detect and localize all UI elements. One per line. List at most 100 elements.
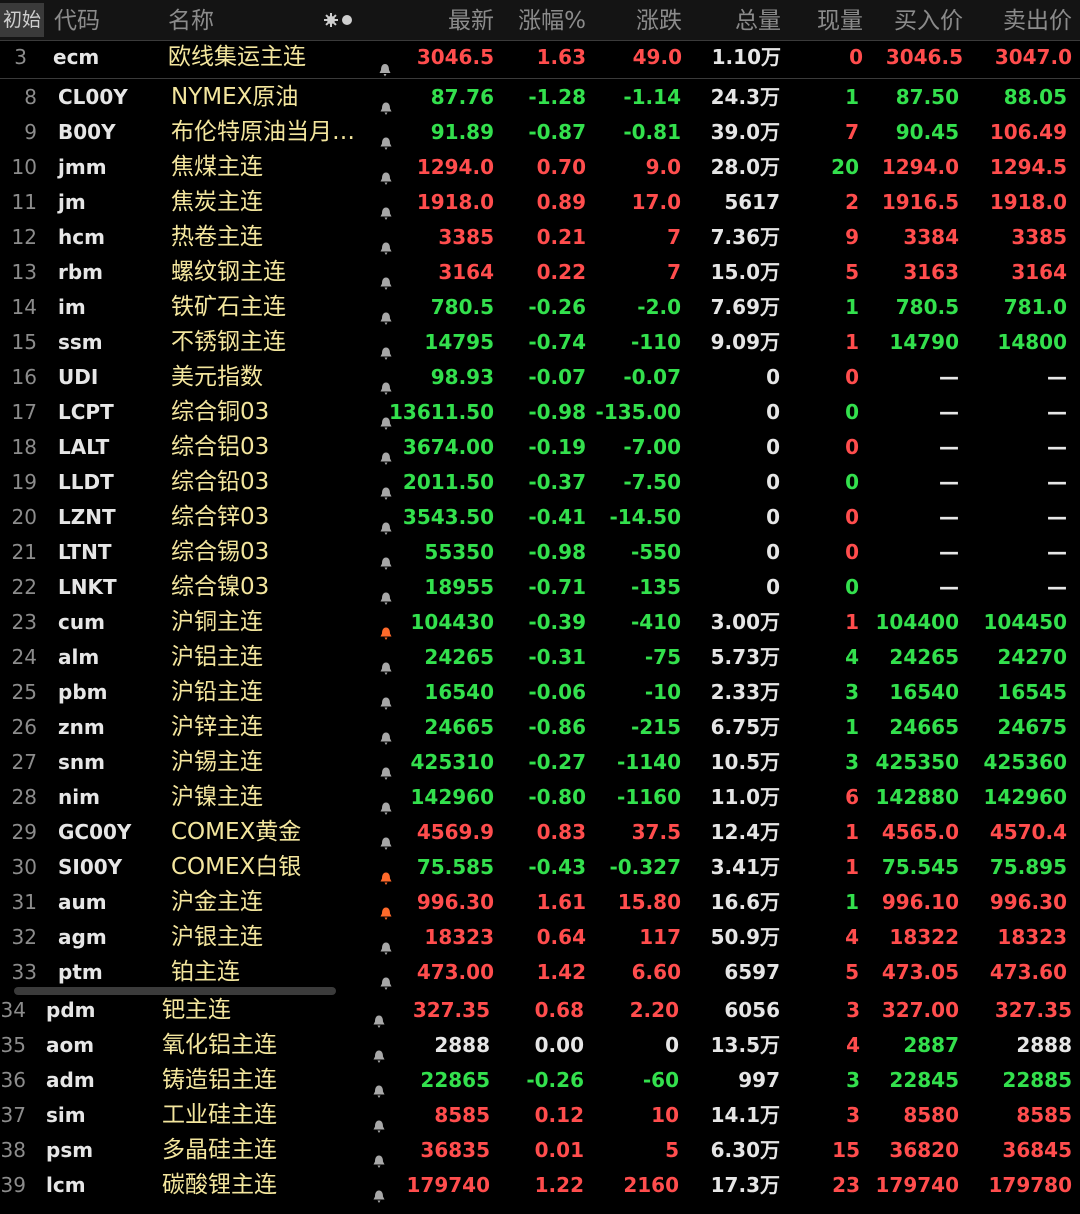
last-price: 24665 (424, 715, 494, 739)
change-pct: 0.01 (534, 1138, 584, 1162)
table-row[interactable]: 16 UDI 美元指数 98.93 -0.07 -0.07 0 0 — — (0, 360, 1080, 395)
table-row[interactable]: 27 snm 沪锡主连 425310 -0.27 -1140 10.5万 3 425350 425… (0, 745, 1080, 780)
contract-code: rbm (58, 260, 104, 284)
table-row[interactable]: 17 LCPT 综合铜03 13611.50 -0.98 -135.00 0 0 — — (0, 395, 1080, 430)
change: -215 (630, 715, 681, 739)
total-volume: 5.73万 (710, 645, 780, 669)
last-price: 473.00 (416, 960, 494, 984)
change-pct: -0.86 (528, 715, 586, 739)
ask-price: 1918.0 (989, 190, 1067, 214)
table-row[interactable]: 36 adm 铸造铝主连 22865 -0.26 -60 997 3 22845 22885 (0, 1063, 1080, 1098)
contract-name: 热卷主连 (171, 224, 263, 250)
row-number: 13 (11, 260, 37, 284)
table-row[interactable]: 22 LNKT 综合镍03 18955 -0.71 -135 0 0 — — (0, 570, 1080, 605)
table-row[interactable]: 25 pbm 沪铅主连 16540 -0.06 -10 2.33万 3 16540 16545 (0, 675, 1080, 710)
table-row[interactable]: 39 lcm 碳酸锂主连 179740 1.22 2160 17.3万 23 179740 179… (0, 1168, 1080, 1203)
table-row[interactable]: 38 psm 多晶硅主连 36835 0.01 5 6.30万 15 36820 36845 (0, 1133, 1080, 1168)
table-row[interactable]: 33 ptm 铂主连 473.00 1.42 6.60 6597 5 473.05 473.60 (0, 955, 1080, 990)
change: -2.0 (637, 295, 681, 319)
change: 15.80 (617, 890, 681, 914)
col-last[interactable]: 最新 (448, 0, 494, 40)
table-row[interactable]: 9 B00Y 布伦特原油当月… 91.89 -0.87 -0.81 39.0万 7 90.45 1… (0, 115, 1080, 150)
change: 5 (665, 1138, 679, 1162)
table-row[interactable]: 26 znm 沪锌主连 24665 -0.86 -215 6.75万 1 24665 24675 (0, 710, 1080, 745)
table-row[interactable]: 13 rbm 螺纹钢主连 3164 0.22 7 15.0万 5 3163 3164 (0, 255, 1080, 290)
current-volume: 1 (845, 715, 859, 739)
contract-name: 氧化铝主连 (162, 1032, 277, 1058)
table-row[interactable]: 18 LALT 综合铝03 3674.00 -0.19 -7.00 0 0 — — (0, 430, 1080, 465)
table-row[interactable]: 12 hcm 热卷主连 3385 0.21 7 7.36万 9 3384 3385 (0, 220, 1080, 255)
table-row[interactable]: 29 GC00Y COMEX黄金 4569.9 0.83 37.5 12.4万 1 4565.0… (0, 815, 1080, 850)
change: -7.50 (623, 470, 681, 494)
bell-icon[interactable] (372, 1179, 386, 1214)
table-row[interactable]: 10 jmm 焦煤主连 1294.0 0.70 9.0 28.0万 20 1294.0 1294.… (0, 150, 1080, 185)
table-row[interactable]: 20 LZNT 综合锌03 3543.50 -0.41 -14.50 0 0 — — (0, 500, 1080, 535)
row-number: 23 (11, 610, 37, 634)
change-pct: 0.22 (536, 260, 586, 284)
table-row[interactable]: 34 pdm 钯主连 327.35 0.68 2.20 6056 3 327.00 327.35 (0, 993, 1080, 1028)
table-row[interactable]: 19 LLDT 综合铅03 2011.50 -0.37 -7.50 0 0 — — (0, 465, 1080, 500)
bid-price: 473.05 (881, 960, 959, 984)
col-chg[interactable]: 涨跌 (636, 0, 682, 40)
current-volume: 4 (845, 925, 859, 949)
change: -1140 (617, 750, 681, 774)
last-price: 3674.00 (402, 435, 494, 459)
change-pct: -0.87 (528, 120, 586, 144)
table-row[interactable]: 24 alm 沪铝主连 24265 -0.31 -75 5.73万 4 24265 24270 (0, 640, 1080, 675)
gear-icon[interactable] (322, 12, 356, 28)
table-row[interactable]: 23 cum 沪铜主连 104430 -0.39 -410 3.00万 1 104400 1044… (0, 605, 1080, 640)
change-pct: -0.71 (528, 575, 586, 599)
row-number: 25 (11, 680, 37, 704)
ask-price: 24270 (997, 645, 1067, 669)
bid-price: 2887 (903, 1033, 959, 1057)
tab-initial[interactable]: 初始 (0, 3, 44, 37)
current-volume: 0 (845, 400, 859, 424)
row-number: 22 (11, 575, 37, 599)
change-pct: 0.89 (536, 190, 586, 214)
ask-price: 2888 (1016, 1033, 1072, 1057)
contract-code: agm (58, 925, 107, 949)
contract-name: 碳酸锂主连 (162, 1172, 277, 1198)
bid-price: 22845 (889, 1068, 959, 1092)
ask-price: 996.30 (989, 890, 1067, 914)
contract-name: 沪银主连 (171, 924, 263, 950)
change: -550 (630, 540, 681, 564)
table-row[interactable]: 32 agm 沪银主连 18323 0.64 117 50.9万 4 18322 18323 (0, 920, 1080, 955)
col-current[interactable]: 现量 (817, 0, 863, 40)
col-code[interactable]: 代码 (54, 0, 100, 40)
row-number: 34 (0, 998, 26, 1022)
col-name[interactable]: 名称 (168, 0, 214, 40)
col-ask[interactable]: 卖出价 (1003, 0, 1072, 40)
table-row[interactable]: 11 jm 焦炭主连 1918.0 0.89 17.0 5617 2 1916.5 1918.0 (0, 185, 1080, 220)
contract-name: 美元指数 (171, 364, 263, 390)
current-volume: 5 (845, 260, 859, 284)
table-row[interactable]: 30 SI00Y COMEX白银 75.585 -0.43 -0.327 3.41万 1 75.… (0, 850, 1080, 885)
last-price: 36835 (420, 1138, 490, 1162)
col-volume[interactable]: 总量 (735, 0, 781, 40)
bid-price: — (939, 540, 959, 564)
table-row[interactable]: 35 aom 氧化铝主连 2888 0.00 0 13.5万 4 2887 2888 (0, 1028, 1080, 1063)
contract-name: 综合铜03 (171, 399, 270, 425)
contract-name: 沪铅主连 (171, 679, 263, 705)
bid-price: 1916.5 (881, 190, 959, 214)
table-row[interactable]: 31 aum 沪金主连 996.30 1.61 15.80 16.6万 1 996.10 996.… (0, 885, 1080, 920)
pinned-row[interactable]: 3 ecm 欧线集运主连 3046.5 1.63 49.0 1.10万 0 30… (0, 40, 1080, 79)
change: -60 (642, 1068, 679, 1092)
change-pct: -0.39 (528, 610, 586, 634)
col-pct[interactable]: 涨幅% (518, 0, 586, 40)
current-volume: 2 (845, 190, 859, 214)
contract-code: pdm (46, 998, 96, 1022)
table-row[interactable]: 21 LTNT 综合锡03 55350 -0.98 -550 0 0 — — (0, 535, 1080, 570)
contract-code: LLDT (58, 470, 114, 494)
table-row[interactable]: 8 CL00Y NYMEX原油 87.76 -1.28 -1.14 24.3万 1 87.50 8… (0, 80, 1080, 115)
total-volume: 5617 (724, 190, 780, 214)
total-volume: 2.33万 (710, 680, 780, 704)
current-volume: 0 (845, 435, 859, 459)
table-row[interactable]: 14 im 铁矿石主连 780.5 -0.26 -2.0 7.69万 1 780.5 781.0 (0, 290, 1080, 325)
last-price: 22865 (420, 1068, 490, 1092)
table-row[interactable]: 15 ssm 不锈钢主连 14795 -0.74 -110 9.09万 1 14790 14800 (0, 325, 1080, 360)
contract-name: 沪铝主连 (171, 644, 263, 670)
col-bid[interactable]: 买入价 (894, 0, 963, 40)
table-row[interactable]: 37 sim 工业硅主连 8585 0.12 10 14.1万 3 8580 8585 (0, 1098, 1080, 1133)
table-row[interactable]: 28 nim 沪镍主连 142960 -0.80 -1160 11.0万 6 142880 142… (0, 780, 1080, 815)
